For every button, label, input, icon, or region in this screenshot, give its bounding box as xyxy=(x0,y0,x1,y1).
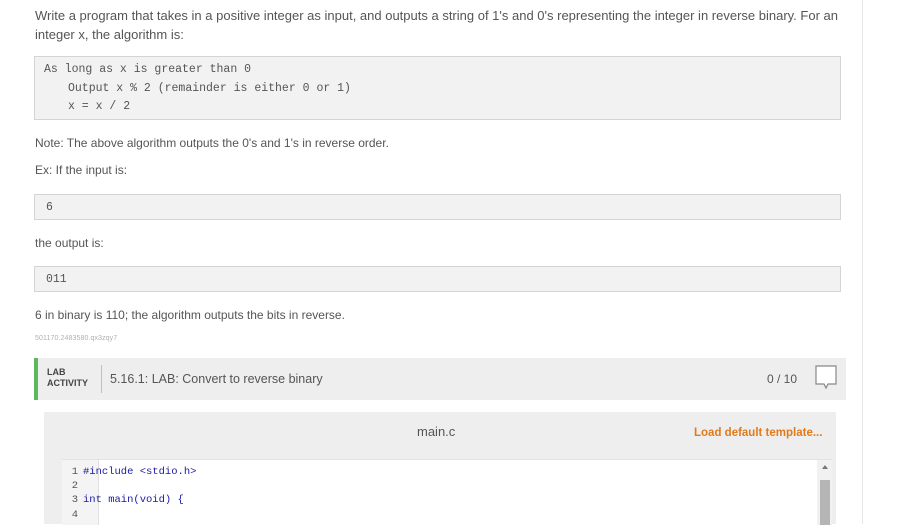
lab-divider xyxy=(101,365,102,393)
code-text[interactable]: int main(void) { xyxy=(83,493,184,507)
lab-title: 5.16.1: LAB: Convert to reverse binary xyxy=(110,372,323,386)
scrollbar-thumb[interactable] xyxy=(820,480,830,525)
lab-label-line-1: LAB xyxy=(47,367,66,377)
editor-scrollbar[interactable] xyxy=(817,460,832,525)
page-right-border xyxy=(862,0,863,524)
line-number: 1 xyxy=(71,466,78,478)
algorithm-line-3: x = x / 2 xyxy=(68,100,131,113)
note-text: Note: The above algorithm outputs the 0'… xyxy=(35,136,389,150)
problem-id: 501170.2483580.qx3zqy7 xyxy=(35,335,118,342)
completion-chest-icon xyxy=(815,365,837,390)
lab-activity-label: LAB ACTIVITY xyxy=(47,367,88,389)
line-number: 3 xyxy=(71,494,78,506)
code-editor-panel: main.c Load default template... 1 #inclu… xyxy=(44,412,836,525)
lab-label-line-2: ACTIVITY xyxy=(47,378,89,388)
editor-filename: main.c xyxy=(417,424,456,439)
line-number: 2 xyxy=(71,480,78,492)
output-label: the output is: xyxy=(35,236,104,250)
binary-note: 6 in binary is 110; the algorithm output… xyxy=(35,308,345,322)
algorithm-line-1: As long as x is greater than 0 xyxy=(44,63,252,76)
load-default-template-link[interactable]: Load default template... xyxy=(694,427,822,439)
problem-intro: Write a program that takes in a positive… xyxy=(35,8,838,42)
example-label: Ex: If the input is: xyxy=(35,163,128,177)
page-content: Write a program that takes in a positive… xyxy=(0,0,862,525)
example-input-box: 6 xyxy=(34,194,841,220)
line-number: 4 xyxy=(71,509,78,521)
lab-score: 0 / 10 xyxy=(767,372,798,386)
algorithm-box: As long as x is greater than 0 Output x … xyxy=(34,56,841,120)
code-editor[interactable]: 1 #include <stdio.h> 2 3 int main(void) … xyxy=(62,459,832,525)
algorithm-line-2: Output x % 2 (remainder is either 0 or 1… xyxy=(68,81,351,95)
scroll-up-arrow-icon[interactable] xyxy=(822,465,828,469)
lab-activity-header: LAB ACTIVITY 5.16.1: LAB: Convert to rev… xyxy=(34,358,846,400)
example-output-box: 011 xyxy=(34,266,841,292)
code-text[interactable]: #include <stdio.h> xyxy=(83,465,196,479)
